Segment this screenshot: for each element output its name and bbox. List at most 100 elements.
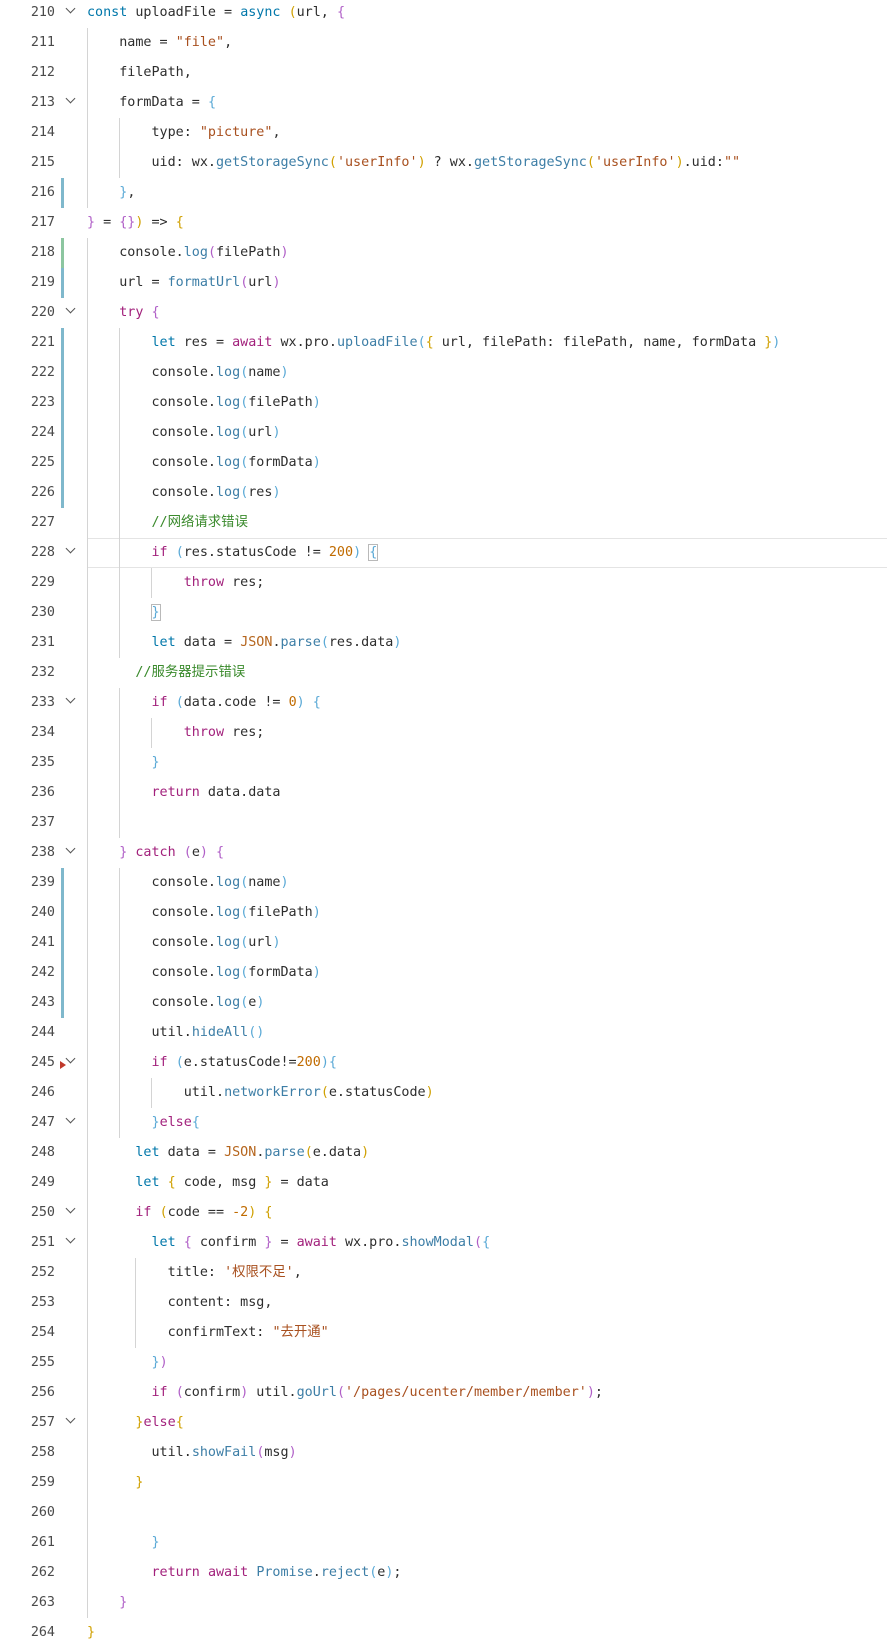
code-line[interactable]: 263 } — [0, 1588, 887, 1618]
code-line[interactable]: 248 let data = JSON.parse(e.data) — [0, 1138, 887, 1168]
code-line[interactable]: 251 let { confirm } = await wx.pro.showM… — [0, 1228, 887, 1258]
code-text[interactable]: console.log(filePath) — [87, 238, 288, 268]
code-line[interactable]: 211 name = "file", — [0, 28, 887, 58]
chevron-down-icon[interactable] — [66, 688, 78, 718]
code-line[interactable]: 214 type: "picture", — [0, 118, 887, 148]
code-line[interactable]: 247 }else{ — [0, 1108, 887, 1138]
code-text[interactable]: confirmText: "去开通" — [87, 1318, 329, 1348]
chevron-down-icon[interactable] — [66, 0, 78, 28]
code-text[interactable]: let data = JSON.parse(res.data) — [87, 628, 402, 658]
code-text[interactable]: console.log(url) — [87, 418, 280, 448]
code-text[interactable]: let { confirm } = await wx.pro.showModal… — [87, 1228, 491, 1258]
code-line[interactable]: 212 filePath, — [0, 58, 887, 88]
code-text[interactable]: console.log(formData) — [87, 958, 320, 988]
code-line[interactable]: 253 content: msg, — [0, 1288, 887, 1318]
code-text[interactable]: }) — [87, 1348, 168, 1378]
code-text[interactable]: throw res; — [87, 568, 265, 598]
code-text[interactable]: filePath, — [87, 58, 192, 88]
chevron-down-icon[interactable] — [66, 538, 78, 568]
code-text[interactable]: } = {}) => { — [87, 208, 184, 238]
code-text[interactable]: name = "file", — [87, 28, 232, 58]
chevron-down-icon[interactable] — [66, 1048, 78, 1078]
code-text[interactable]: }else{ — [87, 1108, 200, 1138]
code-text[interactable]: console.log(filePath) — [87, 898, 320, 928]
code-line[interactable]: 230 } — [0, 598, 887, 628]
code-text[interactable]: console.log(res) — [87, 478, 280, 508]
code-text[interactable]: util.networkError(e.statusCode) — [87, 1078, 434, 1108]
code-text[interactable]: let data = JSON.parse(e.data) — [87, 1138, 369, 1168]
code-text[interactable]: } — [87, 748, 160, 778]
code-text[interactable]: throw res; — [87, 718, 265, 748]
code-text[interactable]: console.log(filePath) — [87, 388, 320, 418]
code-line[interactable]: 256 if (confirm) util.goUrl('/pages/ucen… — [0, 1378, 887, 1408]
code-line[interactable]: 235 } — [0, 748, 887, 778]
code-text[interactable]: let res = await wx.pro.uploadFile({ url,… — [87, 328, 781, 358]
code-text[interactable]: url = formatUrl(url) — [87, 268, 280, 298]
chevron-down-icon[interactable] — [66, 1408, 78, 1438]
code-text[interactable]: return data.data — [87, 778, 281, 808]
code-line[interactable]: 264} — [0, 1618, 887, 1648]
code-text[interactable]: }else{ — [87, 1408, 183, 1438]
code-line[interactable]: 237 — [0, 808, 887, 838]
code-line[interactable]: 224 console.log(url) — [0, 418, 887, 448]
code-line[interactable]: 236 return data.data — [0, 778, 887, 808]
code-text[interactable]: if (res.statusCode != 200) { — [87, 538, 379, 568]
code-line[interactable]: 225 console.log(formData) — [0, 448, 887, 478]
code-line[interactable]: 229 throw res; — [0, 568, 887, 598]
code-line[interactable]: 215 uid: wx.getStorageSync('userInfo') ?… — [0, 148, 887, 178]
code-line[interactable]: 233 if (data.code != 0) { — [0, 688, 887, 718]
code-line[interactable]: 222 console.log(name) — [0, 358, 887, 388]
code-text[interactable]: try { — [87, 298, 159, 328]
code-text[interactable]: //网络请求错误 — [87, 508, 248, 538]
code-line[interactable]: 252 title: '权限不足', — [0, 1258, 887, 1288]
code-text[interactable]: formData = { — [87, 88, 216, 118]
code-text[interactable]: } — [87, 1618, 95, 1648]
code-line[interactable]: 250 if (code == -2) { — [0, 1198, 887, 1228]
code-line[interactable]: 260 — [0, 1498, 887, 1528]
chevron-down-icon[interactable] — [66, 298, 78, 328]
code-line[interactable]: 262 return await Promise.reject(e); — [0, 1558, 887, 1588]
code-line[interactable]: 241 console.log(url) — [0, 928, 887, 958]
code-line[interactable]: 220 try { — [0, 298, 887, 328]
chevron-down-icon[interactable] — [66, 1198, 78, 1228]
code-line[interactable]: 227 //网络请求错误 — [0, 508, 887, 538]
code-line[interactable]: 219 url = formatUrl(url) — [0, 268, 887, 298]
code-line[interactable]: 246 util.networkError(e.statusCode) — [0, 1078, 887, 1108]
code-text[interactable]: title: '权限不足', — [87, 1258, 302, 1288]
chevron-down-icon[interactable] — [66, 838, 78, 868]
code-text[interactable]: } — [87, 598, 161, 628]
code-text[interactable]: uid: wx.getStorageSync('userInfo') ? wx.… — [87, 148, 740, 178]
code-line[interactable]: 261 } — [0, 1528, 887, 1558]
code-line[interactable]: 216 }, — [0, 178, 887, 208]
code-editor[interactable]: 210 const uploadFile = async (url, {211 n… — [0, 0, 887, 1648]
code-line[interactable]: 259 } — [0, 1468, 887, 1498]
code-text[interactable]: } — [87, 1468, 143, 1498]
code-line[interactable]: 242 console.log(formData) — [0, 958, 887, 988]
chevron-down-icon[interactable] — [66, 1228, 78, 1258]
code-line[interactable]: 218 console.log(filePath) — [0, 238, 887, 268]
code-line[interactable]: 245 if (e.statusCode!=200){ — [0, 1048, 887, 1078]
code-line[interactable]: 231 let data = JSON.parse(res.data) — [0, 628, 887, 658]
code-line[interactable]: 254 confirmText: "去开通" — [0, 1318, 887, 1348]
code-line[interactable]: 238 } catch (e) { — [0, 838, 887, 868]
code-text[interactable]: console.log(url) — [87, 928, 280, 958]
code-text[interactable]: } catch (e) { — [87, 838, 224, 868]
code-line[interactable]: 213 formData = { — [0, 88, 887, 118]
code-text[interactable]: let { code, msg } = data — [87, 1168, 329, 1198]
code-line[interactable]: 228 if (res.statusCode != 200) { — [0, 538, 887, 568]
code-text[interactable]: }, — [87, 178, 135, 208]
code-text[interactable]: type: "picture", — [87, 118, 280, 148]
code-line[interactable]: 243 console.log(e) — [0, 988, 887, 1018]
code-text[interactable]: content: msg, — [87, 1288, 273, 1318]
code-text[interactable]: console.log(name) — [87, 868, 288, 898]
code-line[interactable]: 240 console.log(filePath) — [0, 898, 887, 928]
code-line[interactable]: 210 const uploadFile = async (url, { — [0, 0, 887, 28]
code-line[interactable]: 239 console.log(name) — [0, 868, 887, 898]
code-text[interactable]: //服务器提示错误 — [87, 658, 245, 688]
code-line[interactable]: 226 console.log(res) — [0, 478, 887, 508]
code-text[interactable]: if (confirm) util.goUrl('/pages/ucenter/… — [87, 1378, 603, 1408]
code-line[interactable]: 257 }else{ — [0, 1408, 887, 1438]
code-text[interactable]: if (data.code != 0) { — [87, 688, 321, 718]
code-line[interactable]: 221 let res = await wx.pro.uploadFile({ … — [0, 328, 887, 358]
code-text[interactable]: } — [87, 1588, 127, 1618]
